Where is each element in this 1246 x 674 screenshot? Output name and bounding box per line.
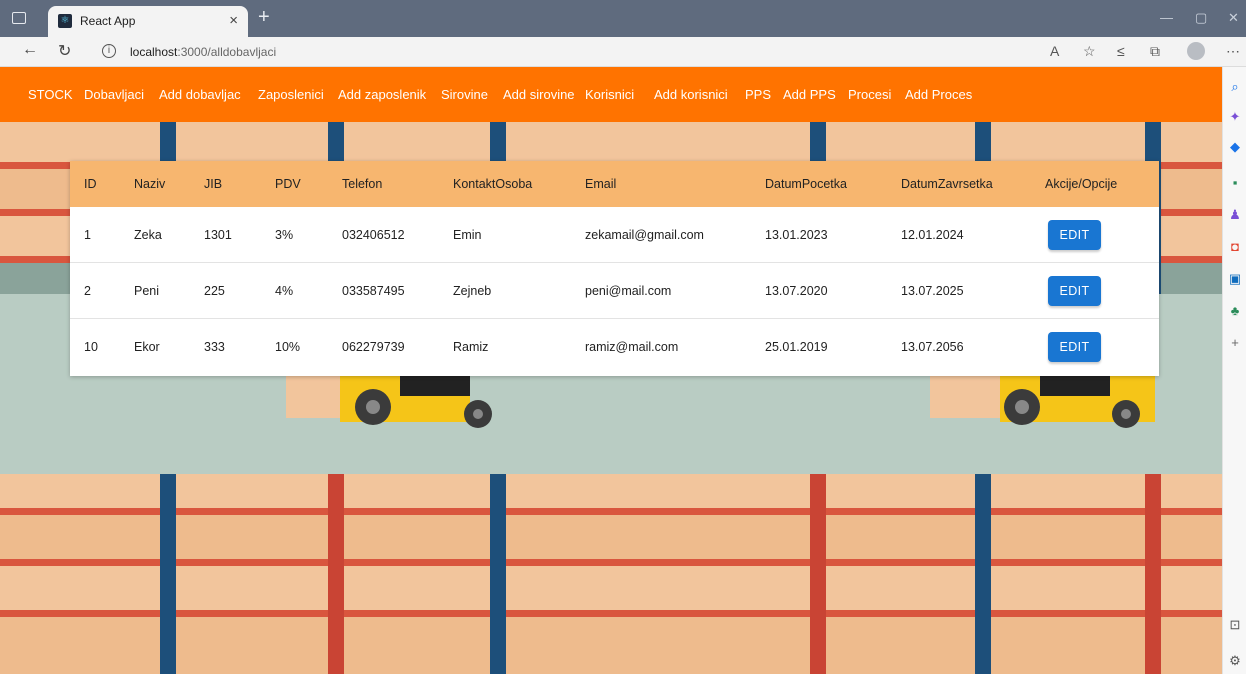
tree-icon[interactable]: ♣ [1227, 303, 1243, 319]
nav-link[interactable]: Add PPS [783, 87, 836, 102]
nav-link[interactable]: Korisnici [585, 87, 634, 102]
edit-button[interactable]: EDIT [1048, 332, 1101, 362]
url-host: localhost [130, 45, 178, 59]
tab-actions-icon[interactable] [12, 12, 26, 24]
refresh-icon[interactable]: ↻ [58, 41, 71, 61]
settings-gear-icon[interactable]: ⚙ [1227, 653, 1243, 669]
cell-datum-pocetka: 25.01.2019 [765, 340, 828, 354]
nav-link[interactable]: Dobavljaci [84, 87, 144, 102]
cell-jib: 1301 [204, 228, 232, 242]
cell-id: 10 [84, 340, 98, 354]
cell-naziv: Peni [134, 284, 160, 298]
nav-link[interactable]: PPS [745, 87, 771, 102]
more-menu-icon[interactable]: ⋯ [1226, 43, 1240, 60]
outlook-icon[interactable]: ▣ [1227, 271, 1243, 287]
edit-button[interactable]: EDIT [1048, 220, 1101, 250]
sidebar-toggle-icon[interactable]: ⊡ [1227, 617, 1243, 633]
column-header: Akcije/Opcije [1045, 177, 1118, 191]
info-icon[interactable]: i [102, 44, 116, 58]
url-path: :3000/alldobavljaci [177, 45, 277, 59]
address-bar: ← ↻ i localhost:3000/alldobavljaci A ☆ ≤… [0, 37, 1246, 67]
maximize-icon[interactable]: ▢ [1195, 10, 1207, 26]
shopping-tag-icon[interactable]: ◆ [1227, 139, 1243, 155]
edit-button[interactable]: EDIT [1048, 276, 1101, 306]
cell-kontakt: Ramiz [453, 340, 489, 354]
column-header: JIB [204, 177, 223, 191]
nav-link[interactable]: Add Proces [905, 87, 972, 102]
cell-email: ramiz@mail.com [585, 340, 679, 354]
cell-telefon: 033587495 [342, 284, 405, 298]
office-icon[interactable]: ◘ [1227, 239, 1243, 255]
table-header: ID Naziv JIB PDV Telefon KontaktOsoba Em… [70, 161, 1159, 207]
cell-telefon: 032406512 [342, 228, 405, 242]
profile-avatar[interactable] [1187, 42, 1205, 60]
nav-link[interactable]: Procesi [848, 87, 891, 102]
cell-jib: 333 [204, 340, 225, 354]
cell-email: peni@mail.com [585, 284, 672, 298]
table-row: 1 Zeka 1301 3% 032406512 Emin zekamail@g… [70, 207, 1159, 263]
nav-link[interactable]: Sirovine [441, 87, 488, 102]
cell-pdv: 3% [275, 228, 294, 242]
minimize-icon[interactable]: — [1160, 10, 1173, 25]
cell-naziv: Ekor [134, 340, 160, 354]
url-field[interactable]: i localhost:3000/alldobavljaci [96, 40, 1016, 64]
back-icon[interactable]: ← [22, 41, 38, 59]
nav-link[interactable]: Add sirovine [503, 87, 575, 102]
column-header: DatumZavrsetka [901, 177, 993, 191]
page: STOCK Dobavljaci Add dobavljac Zaposleni… [0, 67, 1222, 674]
edge-sidebar: ⌕ ✦ ◆ ▪ ♟ ◘ ▣ ♣ + ⊡ ⚙ [1222, 67, 1246, 674]
navbar: STOCK Dobavljaci Add dobavljac Zaposleni… [0, 67, 1222, 122]
add-icon[interactable]: + [1227, 335, 1243, 351]
nav-link[interactable]: Zaposlenici [258, 87, 324, 102]
cell-datum-pocetka: 13.01.2023 [765, 228, 828, 242]
cell-kontakt: Emin [453, 228, 482, 242]
cell-datum-zavrsetka: 13.07.2056 [901, 340, 964, 354]
cell-naziv: Zeka [134, 228, 162, 242]
tools-icon[interactable]: ▪ [1227, 175, 1243, 191]
cell-datum-zavrsetka: 12.01.2024 [901, 228, 964, 242]
bottom-shelves [0, 474, 1222, 674]
browser-tab[interactable]: ⚛ React App × [48, 6, 248, 37]
cell-telefon: 062279739 [342, 340, 405, 354]
cell-pdv: 4% [275, 284, 294, 298]
column-header: ID [84, 177, 97, 191]
games-icon[interactable]: ♟ [1227, 207, 1243, 223]
column-header: Naziv [134, 177, 166, 191]
tab-close-icon[interactable]: × [229, 12, 238, 29]
nav-brand[interactable]: STOCK [28, 87, 73, 102]
collections-icon[interactable]: ⧉ [1150, 43, 1160, 60]
url-text[interactable]: localhost:3000/alldobavljaci [130, 45, 276, 59]
cell-kontakt: Zejneb [453, 284, 492, 298]
column-header: DatumPocetka [765, 177, 847, 191]
cell-id: 2 [84, 284, 91, 298]
cell-datum-pocetka: 13.07.2020 [765, 284, 828, 298]
table-row: 10 Ekor 333 10% 062279739 Ramiz ramiz@ma… [70, 319, 1159, 375]
favorites-icon[interactable]: ≤ [1117, 43, 1125, 59]
copilot-icon[interactable]: ✦ [1227, 109, 1243, 125]
title-bar: ⚛ React App × + — ▢ ✕ [0, 0, 1246, 37]
cell-email: zekamail@gmail.com [585, 228, 704, 242]
cell-id: 1 [84, 228, 91, 242]
new-tab-icon[interactable]: + [258, 6, 270, 29]
column-header: Telefon [342, 177, 383, 191]
close-window-icon[interactable]: ✕ [1228, 10, 1239, 26]
nav-link[interactable]: Add korisnici [654, 87, 728, 102]
react-favicon-icon: ⚛ [58, 14, 72, 28]
search-icon[interactable]: ⌕ [1227, 79, 1243, 95]
favorite-star-icon[interactable]: ☆ [1083, 43, 1096, 60]
suppliers-table: ID Naziv JIB PDV Telefon KontaktOsoba Em… [70, 161, 1159, 376]
nav-link[interactable]: Add zaposlenik [338, 87, 426, 102]
table-row: 2 Peni 225 4% 033587495 Zejneb peni@mail… [70, 263, 1159, 319]
cell-jib: 225 [204, 284, 225, 298]
read-aloud-icon[interactable]: A [1050, 43, 1059, 59]
browser-window: ⚛ React App × + — ▢ ✕ ← ↻ i localhost:30… [0, 0, 1246, 674]
column-header: KontaktOsoba [453, 177, 533, 191]
cell-datum-zavrsetka: 13.07.2025 [901, 284, 964, 298]
nav-link[interactable]: Add dobavljac [159, 87, 241, 102]
tab-title: React App [80, 14, 136, 28]
column-header: Email [585, 177, 617, 191]
cell-pdv: 10% [275, 340, 301, 354]
column-header: PDV [275, 177, 301, 191]
